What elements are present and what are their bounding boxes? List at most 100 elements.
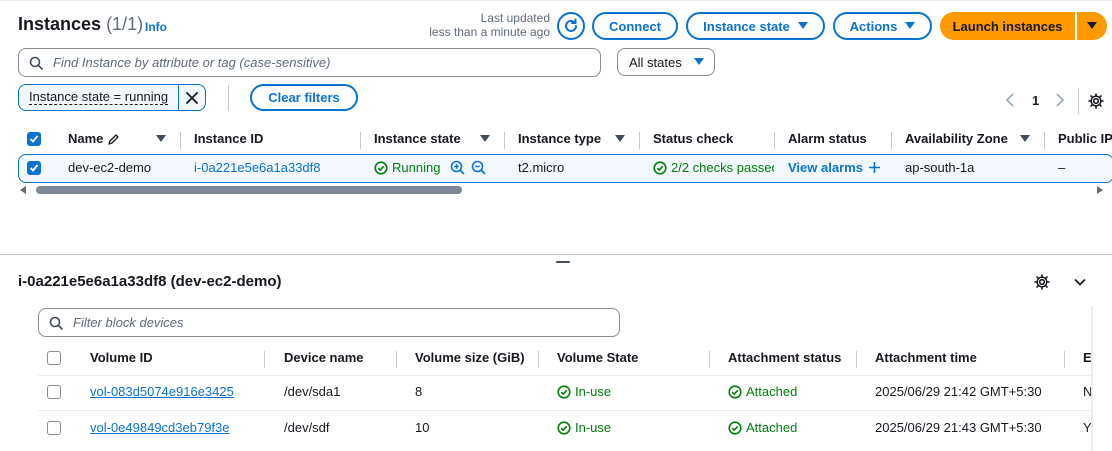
column-divider[interactable] — [639, 132, 640, 149]
refresh-button[interactable] — [557, 12, 585, 40]
column-header-status-check[interactable]: Status check — [653, 131, 733, 146]
table-preferences-button[interactable] — [1088, 93, 1104, 109]
column-header-volume-id[interactable]: Volume ID — [90, 350, 153, 365]
attachment-status-cell: Attached — [728, 420, 797, 435]
column-header-instance-id[interactable]: Instance ID — [194, 131, 263, 146]
volume-row-checkbox[interactable] — [47, 385, 61, 399]
column-header-instance-state[interactable]: Instance state — [374, 131, 461, 146]
column-divider[interactable] — [396, 351, 397, 368]
column-header-device-name[interactable]: Device name — [284, 350, 364, 365]
remove-filter-button[interactable] — [178, 85, 205, 110]
attachment-status-cell: Attached — [728, 384, 797, 399]
volume-id-link[interactable]: vol-0e49849cd3eb79f3e — [90, 420, 230, 435]
column-divider[interactable] — [538, 351, 539, 368]
volume-size: 10 — [415, 420, 430, 435]
column-header-availability-zone[interactable]: Availability Zone — [905, 131, 1008, 146]
actions-button[interactable]: Actions — [833, 12, 932, 40]
connect-button[interactable]: Connect — [592, 12, 678, 40]
sort-caret-icon[interactable] — [1020, 135, 1030, 143]
page-number[interactable]: 1 — [1032, 93, 1039, 108]
check-circle-icon — [374, 160, 388, 175]
attachment-time: 2025/06/29 21:43 GMT+5:30 — [875, 420, 1042, 435]
column-divider[interactable] — [264, 351, 265, 368]
connect-label: Connect — [609, 18, 661, 34]
zoom-in-button[interactable] — [450, 160, 465, 175]
view-alarms-link[interactable]: View alarms — [788, 160, 880, 175]
caret-down-icon — [905, 22, 916, 29]
clear-filters-button[interactable]: Clear filters — [250, 84, 358, 111]
status-check-text: 2/2 checks passed — [671, 160, 774, 175]
select-all-checkbox[interactable] — [27, 132, 41, 146]
info-link[interactable]: Info — [145, 20, 167, 34]
volume-state-text: In-use — [575, 420, 612, 435]
scroll-right-arrow[interactable] — [1097, 186, 1103, 194]
check-circle-icon — [557, 420, 571, 435]
public-ip: – — [1058, 160, 1066, 175]
select-all-volumes-checkbox[interactable] — [47, 351, 61, 365]
instance-name: dev-ec2-demo — [68, 160, 152, 175]
launch-instances-dropdown[interactable] — [1077, 12, 1107, 40]
column-divider[interactable] — [774, 132, 775, 149]
volume-id-link[interactable]: vol-083d5074e916e3425 — [90, 384, 234, 399]
volume-state-cell: In-use — [557, 384, 611, 399]
row-divider — [38, 375, 1092, 376]
column-header-instance-type[interactable]: Instance type — [518, 131, 601, 146]
top-border — [0, 0, 1112, 1]
sort-caret-icon[interactable] — [615, 135, 625, 143]
column-header-alarm-status[interactable]: Alarm status — [788, 131, 867, 146]
column-divider[interactable] — [360, 132, 361, 149]
instance-search-input[interactable] — [51, 54, 565, 71]
next-page-button[interactable] — [1054, 92, 1066, 108]
sort-caret-icon[interactable] — [156, 135, 166, 143]
horizontal-scrollbar[interactable] — [36, 186, 462, 194]
state-filter-select[interactable]: All states — [617, 48, 715, 76]
column-header-volume-state[interactable]: Volume State — [557, 350, 638, 365]
split-panel-drag-handle[interactable] — [556, 261, 570, 263]
settings-gear-icon — [1034, 274, 1050, 290]
attachment-status-text: Attached — [746, 384, 798, 399]
instance-state-text: Running — [392, 160, 441, 175]
details-vertical-scrollbar[interactable] — [1091, 306, 1093, 451]
last-updated-label: Last updated — [480, 11, 550, 25]
column-divider[interactable] — [1064, 351, 1065, 368]
caret-down-icon — [797, 22, 808, 29]
sort-caret-icon[interactable] — [480, 135, 490, 143]
column-divider[interactable] — [856, 351, 857, 368]
column-header-name[interactable]: Name — [68, 131, 103, 146]
zoom-in-icon — [450, 160, 465, 175]
column-header-volume-size[interactable]: Volume size (GiB) — [415, 350, 525, 365]
instance-state-label: Instance state — [703, 18, 790, 34]
split-panel-preferences-button[interactable] — [1034, 274, 1050, 290]
column-divider[interactable] — [891, 132, 892, 149]
row-checkbox[interactable] — [27, 161, 41, 175]
volume-state-text: In-use — [575, 384, 612, 399]
caret-down-icon — [693, 58, 704, 65]
scroll-left-arrow[interactable] — [20, 186, 26, 194]
close-icon — [186, 91, 198, 104]
block-device-filter-input[interactable] — [71, 314, 584, 331]
column-header-attachment-status[interactable]: Attachment status — [728, 350, 841, 365]
search-icon — [29, 56, 43, 70]
state-filter-value: All states — [629, 54, 682, 70]
block-device-filter[interactable] — [38, 308, 620, 337]
volume-row-checkbox[interactable] — [47, 421, 61, 435]
column-divider[interactable] — [504, 132, 505, 149]
column-header-attachment-time[interactable]: Attachment time — [875, 350, 977, 365]
collapse-panel-button[interactable] — [1073, 275, 1087, 289]
launch-instances-label: Launch instances — [952, 18, 1063, 34]
instance-id-link[interactable]: i-0a221e5e6a1a33df8 — [194, 160, 321, 175]
column-header-public-ip[interactable]: Public IP — [1058, 131, 1112, 146]
previous-page-button[interactable] — [1004, 92, 1016, 108]
instance-search[interactable] — [18, 48, 601, 77]
check-circle-icon — [557, 384, 571, 399]
search-icon — [49, 316, 63, 330]
filter-token[interactable]: Instance state = running — [18, 84, 206, 111]
zoom-out-button[interactable] — [471, 160, 486, 175]
instance-state-button[interactable]: Instance state — [686, 12, 825, 40]
column-divider[interactable] — [180, 132, 181, 149]
page-title-text: Instances — [18, 14, 102, 34]
launch-instances-button[interactable]: Launch instances — [940, 12, 1075, 40]
column-divider[interactable] — [709, 351, 710, 368]
column-header-encrypted[interactable]: Encrypted — [1083, 350, 1091, 365]
column-divider[interactable] — [1044, 132, 1045, 149]
